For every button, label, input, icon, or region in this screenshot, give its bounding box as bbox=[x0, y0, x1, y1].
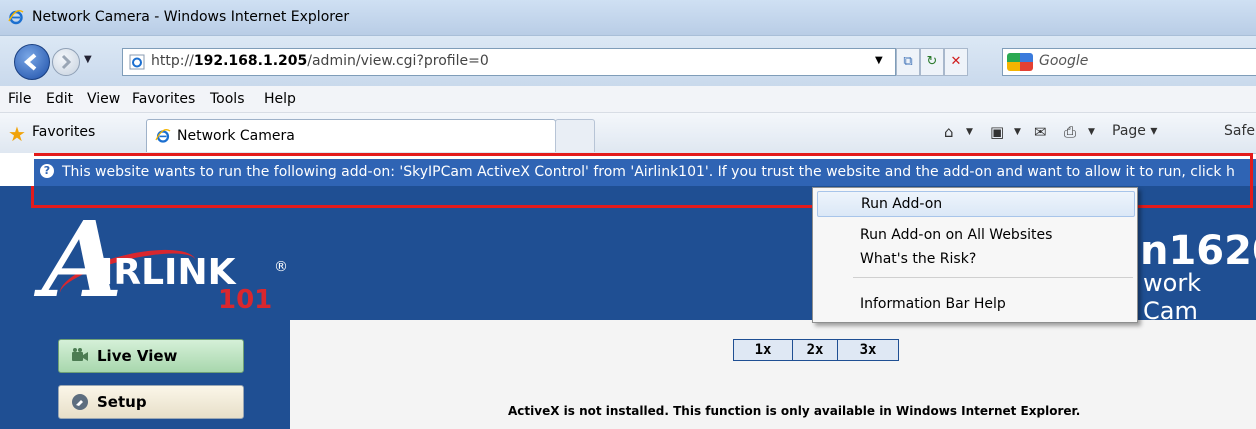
stop-button[interactable]: ✕ bbox=[944, 48, 968, 76]
window-title: Network Camera - Windows Internet Explor… bbox=[32, 9, 350, 25]
live-view-button[interactable]: Live View bbox=[58, 339, 244, 373]
menu-view[interactable]: View bbox=[87, 91, 120, 107]
tab-title: Network Camera bbox=[177, 128, 295, 144]
information-bar-margin bbox=[0, 153, 34, 186]
feeds-dropdown-icon[interactable]: ▼ bbox=[1014, 127, 1021, 137]
camera-model-title: n1620 bbox=[1140, 228, 1256, 274]
menu-tools[interactable]: Tools bbox=[210, 91, 245, 107]
search-provider-icon bbox=[1007, 53, 1033, 71]
video-camera-icon bbox=[72, 348, 88, 361]
window-title-bar: Network Camera - Windows Internet Explor… bbox=[0, 0, 1256, 36]
internet-explorer-icon bbox=[155, 129, 171, 143]
logo-text: IRLINK bbox=[100, 252, 236, 293]
menu-file[interactable]: File bbox=[8, 91, 31, 107]
feeds-icon[interactable]: ▣ bbox=[990, 123, 1004, 141]
favorites-star-icon[interactable]: ★ bbox=[8, 122, 26, 146]
run-add-on-all-websites-menu-item[interactable]: Run Add-on on All Websites bbox=[817, 223, 1133, 247]
logo-registered-mark: ® bbox=[274, 259, 288, 275]
activex-notice: ActiveX is not installed. This function … bbox=[508, 404, 1081, 418]
forward-button[interactable] bbox=[52, 48, 80, 76]
print-icon[interactable]: ⎙ bbox=[1064, 123, 1076, 141]
page-menu-button[interactable]: Page ▾ bbox=[1112, 123, 1157, 139]
search-input[interactable]: Google bbox=[1039, 53, 1088, 69]
safety-menu-button[interactable]: Safe bbox=[1224, 123, 1255, 139]
compatibility-view-button[interactable]: ⧉ bbox=[896, 48, 920, 76]
zoom-1x-button[interactable]: 1x bbox=[734, 340, 793, 360]
new-tab-button[interactable] bbox=[555, 119, 595, 152]
address-dropdown-icon[interactable]: ▼ bbox=[875, 55, 883, 66]
internet-explorer-icon bbox=[8, 9, 24, 25]
setup-gear-icon bbox=[72, 394, 88, 410]
zoom-3x-button[interactable]: 3x bbox=[838, 340, 898, 360]
stop-icon: ✕ bbox=[950, 54, 962, 69]
recent-pages-dropdown-icon[interactable]: ▼ bbox=[84, 54, 92, 65]
menu-favorites[interactable]: Favorites bbox=[132, 91, 195, 107]
home-dropdown-icon[interactable]: ▼ bbox=[966, 127, 973, 137]
whats-the-risk-menu-item[interactable]: What's the Risk? bbox=[817, 247, 1133, 271]
favorites-button[interactable]: Favorites bbox=[32, 124, 95, 140]
search-box[interactable]: Google bbox=[1002, 48, 1256, 76]
menu-bar: File Edit View Favorites Tools Help bbox=[0, 86, 1256, 113]
run-add-on-menu-item[interactable]: Run Add-on bbox=[817, 191, 1135, 217]
arrow-right-icon bbox=[61, 54, 72, 70]
menu-edit[interactable]: Edit bbox=[46, 91, 73, 107]
page-icon bbox=[129, 54, 145, 70]
zoom-selector: 1x 2x 3x bbox=[733, 339, 899, 361]
home-icon[interactable]: ⌂ bbox=[944, 123, 954, 141]
logo-number: 101 bbox=[218, 285, 273, 315]
mail-icon[interactable]: ✉ bbox=[1034, 123, 1047, 141]
information-bar-help-menu-item[interactable]: Information Bar Help bbox=[817, 292, 1133, 316]
camera-model-subtitle: work Cam bbox=[1143, 269, 1202, 325]
menu-help[interactable]: Help bbox=[264, 91, 296, 107]
address-url[interactable]: http://192.168.1.205/admin/view.cgi?prof… bbox=[151, 53, 489, 69]
refresh-icon: ↻ bbox=[926, 54, 938, 69]
arrow-left-icon bbox=[23, 53, 37, 71]
live-view-label: Live View bbox=[97, 347, 178, 365]
favorites-and-tabs-bar: ★ Favorites Network Camera ⌂ ▼ ▣ ▼ ✉ ⎙ ▼… bbox=[0, 113, 1256, 154]
tab-network-camera[interactable]: Network Camera bbox=[146, 119, 556, 152]
navigation-toolbar: ▼ http://192.168.1.205/admin/view.cgi?pr… bbox=[0, 36, 1256, 86]
setup-label: Setup bbox=[97, 393, 147, 411]
menu-separator bbox=[853, 277, 1133, 278]
compatibility-view-icon: ⧉ bbox=[903, 54, 913, 69]
zoom-2x-button[interactable]: 2x bbox=[793, 340, 838, 360]
print-dropdown-icon[interactable]: ▼ bbox=[1088, 127, 1095, 137]
refresh-button[interactable]: ↻ bbox=[920, 48, 944, 76]
information-bar-context-menu: Run Add-on Run Add-on on All Websites Wh… bbox=[812, 187, 1138, 323]
setup-button[interactable]: Setup bbox=[58, 385, 244, 419]
back-button[interactable] bbox=[14, 44, 50, 80]
address-bar[interactable]: http://192.168.1.205/admin/view.cgi?prof… bbox=[122, 48, 896, 76]
